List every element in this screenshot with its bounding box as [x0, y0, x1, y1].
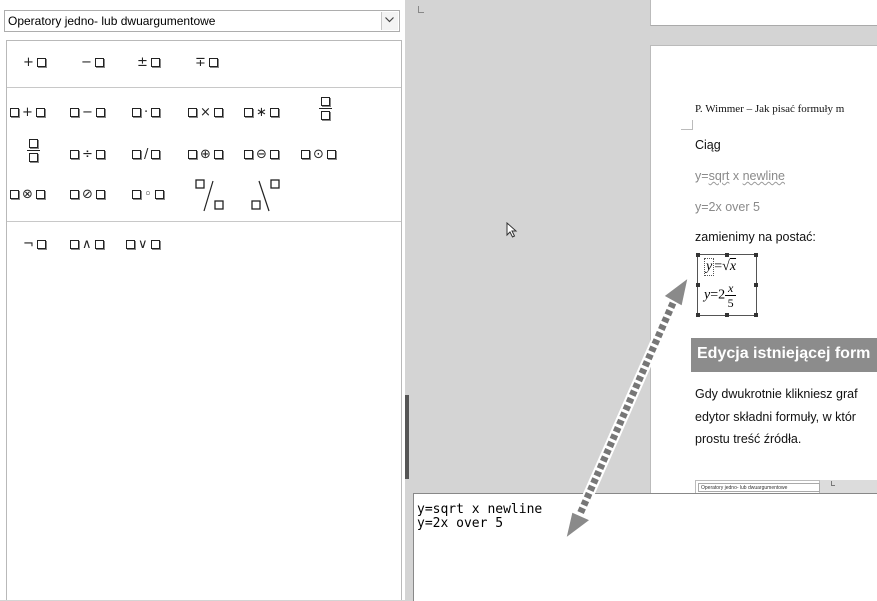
op-symbol: +: [22, 105, 33, 120]
corner-mark: [418, 6, 424, 13]
chevron-down-icon: [385, 17, 394, 23]
binary-circ-button[interactable]: ◦: [131, 187, 165, 202]
op-symbol: ∨: [138, 237, 148, 252]
resize-handle[interactable]: [754, 283, 758, 287]
op-symbol: ⊘: [82, 187, 93, 202]
op-symbol: ±: [137, 55, 148, 70]
separator: [7, 87, 401, 88]
formula-command-editor[interactable]: y=sqrt x newline y=2x over 5: [413, 493, 877, 601]
binary-sub-button[interactable]: −: [69, 105, 106, 120]
heading-text: Edycja istniejącej form: [697, 345, 871, 362]
fraction-button[interactable]: [319, 97, 332, 121]
stacked-fraction-button[interactable]: [27, 139, 40, 163]
binary-slash-button[interactable]: /: [131, 147, 161, 162]
category-dropdown[interactable]: Operatory jedno- lub dwuargumentowe: [4, 10, 400, 32]
previous-page-edge: [650, 0, 877, 26]
unary-plusminus-button[interactable]: ±: [135, 55, 161, 70]
op-symbol: +: [23, 55, 34, 70]
paragraph-ciag: Ciąg: [695, 138, 721, 152]
text-boundary-mark: [681, 120, 693, 130]
logic-not-button[interactable]: ¬: [21, 237, 47, 252]
op-symbol: ⊖: [256, 147, 267, 162]
code-line-2: y=2x over 5: [695, 200, 760, 214]
op-symbol: ⊙: [313, 147, 324, 162]
binary-add-button[interactable]: +: [9, 105, 46, 120]
formula-line-2: y=2 x 5: [704, 282, 737, 309]
unary-minusplus-button[interactable]: ∓: [193, 55, 219, 70]
logic-or-button[interactable]: ∨: [125, 237, 161, 252]
embedded-screenshot: Operatory jedno- lub dwuargumentowe: [695, 480, 877, 494]
resize-handle[interactable]: [696, 313, 700, 317]
unary-plus-button[interactable]: +: [21, 55, 47, 70]
op-symbol: ∗: [256, 105, 267, 120]
command-text[interactable]: y=sqrt x newline y=2x over 5: [417, 503, 542, 531]
binary-oslash-button[interactable]: ⊘: [69, 187, 106, 202]
spellcheck-word: sqrt: [708, 169, 730, 183]
mouse-pointer-icon: [506, 221, 518, 243]
binary-otimes-button[interactable]: ⊗: [9, 187, 46, 202]
op-symbol: ·: [144, 105, 149, 120]
formula-object[interactable]: y =√x y=2 x 5: [696, 253, 758, 317]
op-symbol: ∧: [82, 237, 92, 252]
binary-odot-button[interactable]: ⊙: [300, 147, 337, 162]
logic-and-button[interactable]: ∧: [69, 237, 105, 252]
binary-times-button[interactable]: ×: [187, 105, 224, 120]
op-symbol: −: [82, 105, 93, 120]
elements-panel: Operatory jedno- lub dwuargumentowe + − …: [0, 0, 405, 600]
wide-slash-button[interactable]: [193, 177, 229, 213]
spellcheck-word: newline: [742, 169, 785, 183]
binary-cdot-button[interactable]: ·: [131, 105, 161, 120]
body-line-3: prostu treść źródła.: [695, 432, 802, 446]
code-line-1: y=sqrt x newline: [695, 169, 785, 183]
category-selected-value: Operatory jedno- lub dwuargumentowe: [8, 14, 216, 28]
wide-backslash-button[interactable]: [249, 177, 285, 213]
binary-div-button[interactable]: ÷: [69, 147, 106, 162]
page-header-text: P. Wimmer – Jak pisać formuły m: [695, 103, 845, 115]
op-symbol: ⊗: [22, 187, 33, 202]
resize-handle[interactable]: [725, 253, 729, 257]
body-line-2: edytor składni formuły, w któr: [695, 410, 856, 424]
op-symbol: ÷: [82, 147, 93, 162]
body-line-1: Gdy dwukrotnie klikniesz graf: [695, 387, 858, 401]
resize-handle[interactable]: [754, 313, 758, 317]
op-symbol: ◦: [144, 187, 152, 202]
paragraph-transform: zamienimy na postać:: [695, 230, 816, 244]
op-symbol: ∓: [195, 55, 206, 70]
binary-ominus-button[interactable]: ⊖: [243, 147, 280, 162]
op-symbol: /: [144, 147, 149, 162]
binary-ast-button[interactable]: ∗: [243, 105, 280, 120]
op-symbol: ×: [200, 105, 211, 120]
binary-oplus-button[interactable]: ⊕: [187, 147, 224, 162]
formula-cursor-box: y: [704, 258, 715, 276]
splitter-handle[interactable]: [405, 395, 409, 479]
formula-line-1: y =√x: [704, 258, 737, 276]
resize-handle[interactable]: [696, 283, 700, 287]
separator: [7, 221, 401, 222]
op-symbol: −: [81, 55, 92, 70]
operator-palette: + − ± ∓ + − · × ∗ ÷ / ⊕ ⊖ ⊙ ⊗ ⊘ ◦ ¬ ∧ ∨: [6, 40, 402, 600]
formula-fraction: x5: [725, 282, 737, 309]
op-symbol: ¬: [23, 237, 34, 252]
document-page[interactable]: P. Wimmer – Jak pisać formuły m Ciąg y=s…: [650, 45, 877, 494]
op-symbol: ⊕: [200, 147, 211, 162]
unary-minus-button[interactable]: −: [79, 55, 105, 70]
dropdown-button[interactable]: [381, 12, 398, 30]
embedded-dropdown: Operatory jedno- lub dwuargumentowe: [698, 483, 820, 492]
section-heading: Edycja istniejącej form: [691, 338, 877, 372]
resize-handle[interactable]: [696, 253, 700, 257]
resize-handle[interactable]: [754, 253, 758, 257]
resize-handle[interactable]: [725, 313, 729, 317]
